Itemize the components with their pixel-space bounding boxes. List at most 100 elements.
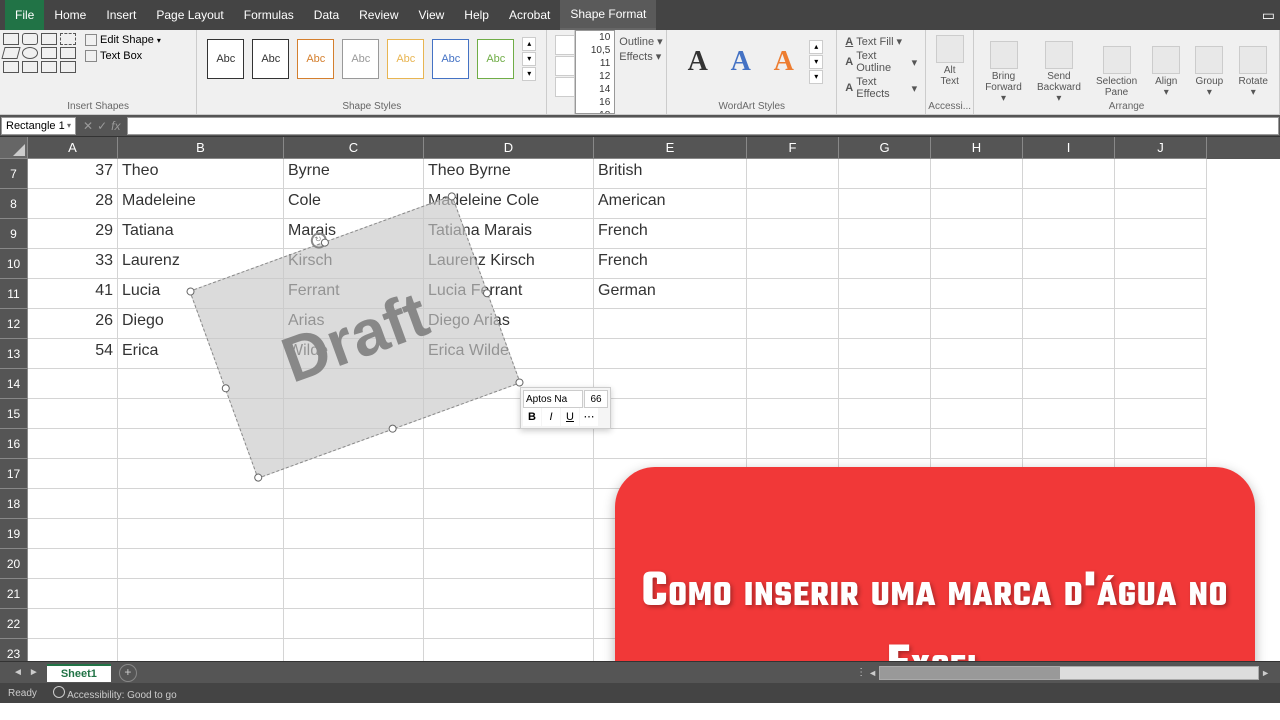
- cell[interactable]: [747, 249, 839, 279]
- row-header[interactable]: 23: [0, 639, 28, 661]
- horizontal-scrollbar[interactable]: ⋮ ◄ ►: [856, 666, 1270, 680]
- cell[interactable]: [747, 429, 839, 459]
- cell[interactable]: 41: [28, 279, 118, 309]
- cell[interactable]: [284, 579, 424, 609]
- cell[interactable]: [839, 369, 931, 399]
- tab-data[interactable]: Data: [304, 0, 349, 30]
- cell[interactable]: Madeleine: [118, 189, 284, 219]
- cell[interactable]: [1023, 159, 1115, 189]
- cell[interactable]: Arias: [284, 309, 424, 339]
- shape-snip-icon[interactable]: [41, 33, 57, 45]
- cell[interactable]: [1115, 369, 1207, 399]
- cell[interactable]: 37: [28, 159, 118, 189]
- tab-insert[interactable]: Insert: [96, 0, 146, 30]
- cell[interactable]: [1023, 309, 1115, 339]
- cell[interactable]: [424, 519, 594, 549]
- gallery-up-icon[interactable]: ▴: [522, 37, 536, 51]
- shape-hex-icon[interactable]: [60, 47, 76, 59]
- status-accessibility[interactable]: Accessibility: Good to go: [53, 686, 177, 701]
- shape-style-6[interactable]: Abc: [432, 39, 469, 79]
- wordart-style-2[interactable]: A: [723, 42, 758, 82]
- row-header[interactable]: 13: [0, 339, 28, 369]
- cell[interactable]: [839, 279, 931, 309]
- shape-rect-icon[interactable]: [3, 33, 19, 45]
- align-button[interactable]: Align ▾: [1146, 32, 1186, 112]
- alt-text-button[interactable]: Alt Text: [931, 32, 968, 90]
- add-sheet-button[interactable]: +: [119, 664, 137, 682]
- shape-callout-icon[interactable]: [60, 33, 76, 45]
- cell[interactable]: 28: [28, 189, 118, 219]
- cell[interactable]: [747, 219, 839, 249]
- cell[interactable]: [28, 549, 118, 579]
- namebox-arrow-icon[interactable]: ▾: [67, 121, 71, 130]
- wa-down-icon[interactable]: ▾: [809, 55, 823, 69]
- cell[interactable]: [839, 159, 931, 189]
- group-button[interactable]: Group ▾: [1189, 32, 1229, 112]
- shape-outline-dd[interactable]: Outline ▾: [619, 35, 658, 48]
- text-effects-button[interactable]: A Text Effects ▾: [845, 76, 917, 100]
- row-header[interactable]: 17: [0, 459, 28, 489]
- cell[interactable]: [1115, 339, 1207, 369]
- shape-tri-icon[interactable]: [1, 47, 20, 59]
- cell[interactable]: Madeleine Cole: [424, 189, 594, 219]
- mini-size-select[interactable]: [584, 390, 608, 408]
- cell[interactable]: [28, 459, 118, 489]
- cell[interactable]: [424, 549, 594, 579]
- row-header[interactable]: 10: [0, 249, 28, 279]
- cell[interactable]: Diego Arias: [424, 309, 594, 339]
- row-header[interactable]: 14: [0, 369, 28, 399]
- cell[interactable]: [839, 249, 931, 279]
- sheet-nav-prev-icon[interactable]: ◄: [13, 667, 23, 678]
- selection-pane-button[interactable]: Selection Pane: [1090, 32, 1143, 112]
- row-header[interactable]: 15: [0, 399, 28, 429]
- col-header-b[interactable]: B: [118, 137, 284, 159]
- cell[interactable]: Tatiana: [118, 219, 284, 249]
- shape-effects-dd[interactable]: Effects ▾: [619, 50, 658, 63]
- cell[interactable]: [118, 519, 284, 549]
- cell[interactable]: [1023, 249, 1115, 279]
- wordart-style-3[interactable]: A: [766, 42, 801, 82]
- cell[interactable]: British: [594, 159, 747, 189]
- cell[interactable]: [424, 489, 594, 519]
- cell[interactable]: [1115, 429, 1207, 459]
- cell[interactable]: [931, 249, 1023, 279]
- mini-more-button[interactable]: ⋯: [580, 408, 598, 426]
- cell[interactable]: [931, 369, 1023, 399]
- font-size-option[interactable]: 11: [576, 57, 614, 70]
- shape-star-icon[interactable]: [41, 61, 57, 73]
- cell[interactable]: [594, 309, 747, 339]
- cell[interactable]: [1023, 339, 1115, 369]
- font-size-option[interactable]: 18: [576, 109, 614, 114]
- cell[interactable]: [839, 339, 931, 369]
- cell[interactable]: 33: [28, 249, 118, 279]
- cell[interactable]: [747, 279, 839, 309]
- cell[interactable]: Byrne: [284, 159, 424, 189]
- cell[interactable]: American: [594, 189, 747, 219]
- shape-more-icon[interactable]: [60, 61, 76, 73]
- cell[interactable]: [839, 219, 931, 249]
- cell[interactable]: Erica Wilde: [424, 339, 594, 369]
- cell[interactable]: [1023, 399, 1115, 429]
- cell[interactable]: [28, 519, 118, 549]
- cell[interactable]: [118, 489, 284, 519]
- cell[interactable]: Wilde: [284, 339, 424, 369]
- cell[interactable]: French: [594, 219, 747, 249]
- wa-up-icon[interactable]: ▴: [809, 40, 823, 54]
- cell[interactable]: [931, 309, 1023, 339]
- mini-italic-button[interactable]: I: [542, 408, 560, 426]
- cell[interactable]: Cole: [284, 189, 424, 219]
- cell[interactable]: [118, 639, 284, 661]
- cell[interactable]: Kirsch: [284, 249, 424, 279]
- formula-input[interactable]: [127, 117, 1279, 135]
- tab-page-layout[interactable]: Page Layout: [146, 0, 233, 30]
- cell[interactable]: [594, 339, 747, 369]
- cell[interactable]: [284, 519, 424, 549]
- cell[interactable]: [28, 369, 118, 399]
- cell[interactable]: [1115, 399, 1207, 429]
- scrollbar-thumb[interactable]: [880, 667, 1060, 679]
- row-header[interactable]: 16: [0, 429, 28, 459]
- row-header[interactable]: 18: [0, 489, 28, 519]
- shape-style-7[interactable]: Abc: [477, 39, 514, 79]
- cell[interactable]: Tatiana Marais: [424, 219, 594, 249]
- cell[interactable]: [118, 549, 284, 579]
